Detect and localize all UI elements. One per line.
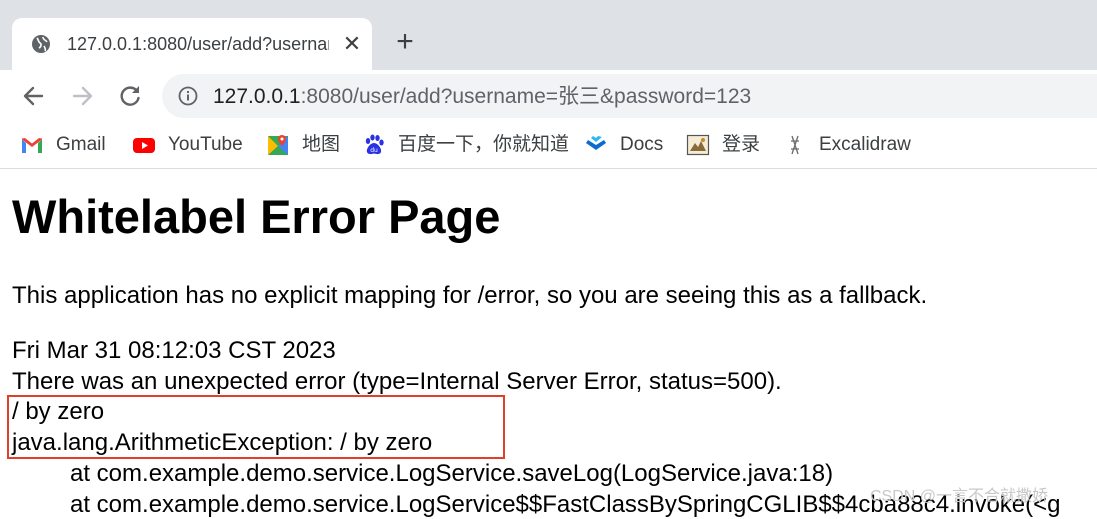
bookmarks-bar: Gmail YouTube 地图 du 百度一下，你就知道 Docs 登录 Ex… bbox=[0, 122, 1097, 169]
bookmark-label: 百度一下，你就知道 bbox=[398, 134, 570, 155]
docs-icon bbox=[584, 133, 608, 157]
excalidraw-icon bbox=[783, 133, 807, 157]
url-path: :8080/user/add?username=张三&password=123 bbox=[300, 85, 752, 108]
url-text[interactable]: 127.0.0.1:8080/user/add?username=张三&pass… bbox=[213, 84, 751, 110]
page-content: Whitelabel Error Page This application h… bbox=[0, 169, 1097, 519]
forward-icon[interactable] bbox=[68, 82, 96, 110]
bookmark-gmail[interactable]: Gmail bbox=[20, 132, 106, 158]
bookmark-login[interactable]: 登录 bbox=[686, 132, 760, 158]
stack-trace-line: at com.example.demo.service.LogService.s… bbox=[70, 460, 834, 487]
maps-icon bbox=[266, 133, 290, 157]
info-icon[interactable] bbox=[178, 86, 198, 106]
highlight-annotation-box bbox=[7, 395, 505, 459]
back-icon[interactable] bbox=[20, 82, 48, 110]
svg-text:du: du bbox=[370, 147, 378, 154]
bookmark-label: Gmail bbox=[56, 134, 106, 155]
bookmark-youtube[interactable]: YouTube bbox=[132, 132, 243, 158]
error-status-line: There was an unexpected error (type=Inte… bbox=[12, 368, 782, 395]
login-icon bbox=[686, 133, 710, 157]
bookmark-docs[interactable]: Docs bbox=[584, 132, 663, 158]
globe-icon bbox=[31, 34, 51, 54]
baidu-icon: du bbox=[362, 133, 386, 157]
new-tab-button[interactable]: + bbox=[390, 27, 420, 57]
reload-icon[interactable] bbox=[116, 82, 144, 110]
address-bar[interactable]: 127.0.0.1:8080/user/add?username=张三&pass… bbox=[162, 74, 1097, 118]
bookmark-label: Excalidraw bbox=[819, 134, 911, 155]
bookmark-excalidraw[interactable]: Excalidraw bbox=[783, 132, 911, 158]
watermark: CSDN @一言不合就撒娇 bbox=[870, 488, 1049, 505]
tab-strip: 127.0.0.1:8080/user/add?username=张三&pass… bbox=[0, 0, 1097, 70]
bookmark-maps[interactable]: 地图 bbox=[266, 132, 340, 158]
gmail-icon bbox=[20, 133, 44, 157]
bookmark-label: Docs bbox=[620, 134, 664, 155]
error-timestamp: Fri Mar 31 08:12:03 CST 2023 bbox=[12, 337, 336, 364]
page-title: Whitelabel Error Page bbox=[12, 190, 501, 243]
toolbar: 127.0.0.1:8080/user/add?username=张三&pass… bbox=[0, 70, 1097, 122]
url-host: 127.0.0.1 bbox=[213, 85, 301, 108]
bookmark-label: YouTube bbox=[168, 134, 243, 155]
error-description: This application has no explicit mapping… bbox=[12, 282, 928, 309]
bookmark-label: 登录 bbox=[722, 134, 761, 155]
tab-title: 127.0.0.1:8080/user/add?username=张三&pass… bbox=[67, 34, 329, 54]
browser-window: 127.0.0.1:8080/user/add?username=张三&pass… bbox=[0, 0, 1097, 519]
youtube-icon bbox=[132, 133, 156, 157]
close-tab-icon[interactable]: ✕ bbox=[339, 31, 365, 57]
bookmark-label: 地图 bbox=[302, 134, 341, 155]
tab-active[interactable]: 127.0.0.1:8080/user/add?username=张三&pass… bbox=[12, 18, 372, 70]
bookmark-baidu[interactable]: du 百度一下，你就知道 bbox=[362, 132, 569, 158]
